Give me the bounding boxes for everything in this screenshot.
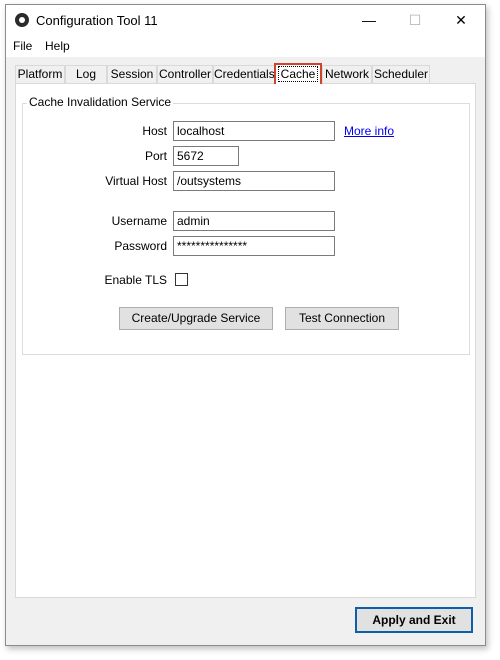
- host-input[interactable]: [173, 121, 335, 141]
- enable-tls-label: Enable TLS: [104, 273, 168, 287]
- cache-invalidation-group: Cache Invalidation Service Host More inf…: [22, 95, 470, 355]
- virtual-host-label: Virtual Host: [105, 174, 167, 188]
- create-upgrade-service-button[interactable]: Create/Upgrade Service: [119, 307, 273, 330]
- test-connection-button[interactable]: Test Connection: [285, 307, 399, 330]
- close-button[interactable]: ✕: [438, 5, 484, 35]
- tab-session[interactable]: Session: [107, 65, 157, 83]
- apply-and-exit-button[interactable]: Apply and Exit: [355, 607, 473, 633]
- tab-label: Log: [75, 67, 97, 81]
- group-title: Cache Invalidation Service: [27, 95, 174, 109]
- app-logo-icon: [15, 13, 29, 27]
- tab-label: Network: [324, 67, 369, 81]
- tab-label: Session: [110, 67, 154, 81]
- username-label: Username: [111, 214, 167, 228]
- minimize-button[interactable]: —: [346, 5, 392, 35]
- tab-credentials[interactable]: Credentials: [213, 65, 275, 83]
- maximize-button[interactable]: ☐: [392, 5, 438, 35]
- tab-controller[interactable]: Controller: [157, 65, 213, 83]
- password-label: Password: [114, 239, 167, 253]
- title-bar: Configuration Tool 11 — ☐ ✕: [6, 5, 485, 35]
- tab-label: Scheduler: [373, 67, 429, 81]
- port-label: Port: [144, 149, 167, 163]
- virtual-host-input[interactable]: [173, 171, 335, 191]
- tab-network[interactable]: Network: [322, 65, 372, 83]
- cache-tab-panel: Cache Invalidation Service Host More inf…: [15, 83, 476, 598]
- tab-log[interactable]: Log: [65, 65, 107, 83]
- host-label: Host: [142, 124, 167, 138]
- menu-help[interactable]: Help: [45, 39, 70, 53]
- tab-label: Platform: [17, 67, 63, 81]
- username-input[interactable]: [173, 211, 335, 231]
- window-title: Configuration Tool 11: [36, 13, 158, 28]
- menu-bar: File Help: [6, 35, 485, 57]
- more-info-link[interactable]: More info: [344, 124, 394, 138]
- tab-scheduler[interactable]: Scheduler: [372, 65, 430, 83]
- tab-platform[interactable]: Platform: [15, 65, 65, 83]
- menu-file[interactable]: File: [13, 39, 32, 53]
- tab-cache[interactable]: Cache: [274, 63, 322, 84]
- app-window: Configuration Tool 11 — ☐ ✕ File Help Pl…: [5, 4, 486, 646]
- enable-tls-checkbox[interactable]: [175, 273, 188, 286]
- tab-label: Cache: [277, 66, 319, 82]
- tab-label: Credentials: [214, 67, 275, 81]
- password-input[interactable]: [173, 236, 335, 256]
- port-input[interactable]: [173, 146, 239, 166]
- tab-label: Controller: [158, 67, 212, 81]
